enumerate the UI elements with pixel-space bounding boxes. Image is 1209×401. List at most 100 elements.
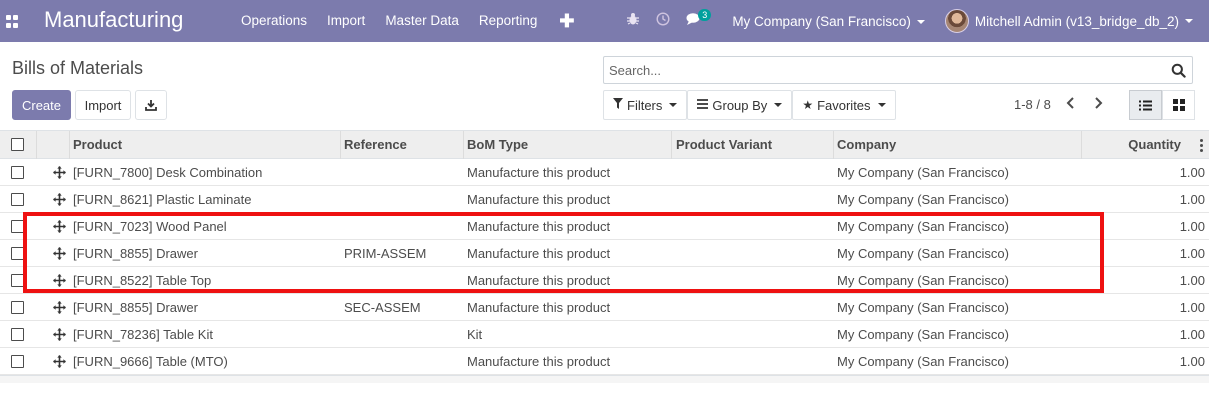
user-menu[interactable]: Mitchell Admin (v13_bridge_db_2) — [944, 9, 1209, 33]
chevron-down-icon — [916, 19, 925, 24]
cell-bom-type: Manufacture this product — [467, 191, 611, 207]
groupby-label: Group By — [712, 97, 768, 113]
row-checkbox[interactable] — [11, 246, 24, 260]
drag-handle-icon[interactable] — [53, 246, 66, 260]
chevron-down-icon — [774, 103, 783, 107]
page-title: Bills of Materials — [12, 58, 144, 78]
cell-company: My Company (San Francisco) — [837, 245, 1009, 261]
menu-master-data[interactable]: Master Data — [375, 0, 469, 42]
cell-bom-type: Manufacture this product — [467, 299, 611, 315]
groupby-button[interactable]: Group By — [687, 90, 793, 120]
view-switcher — [1129, 90, 1195, 120]
bom-list: Product Reference BoM Type Product Varia… — [0, 130, 1209, 383]
company-switcher[interactable]: My Company (San Francisco) — [710, 14, 945, 29]
favorites-button[interactable]: ★ Favorites — [792, 90, 896, 120]
cell-quantity: 1.00 — [1179, 218, 1205, 234]
row-checkbox[interactable] — [11, 273, 24, 287]
create-button[interactable]: Create — [12, 90, 71, 120]
column-company[interactable]: Company — [837, 131, 896, 158]
table-header: Product Reference BoM Type Product Varia… — [0, 130, 1209, 160]
table-row[interactable]: [FURN_8621] Plastic Laminate Manufacture… — [0, 186, 1209, 213]
favorites-label: Favorites — [817, 97, 871, 113]
cell-quantity: 1.00 — [1179, 245, 1205, 261]
drag-handle-icon[interactable] — [53, 273, 66, 287]
bug-icon[interactable] — [618, 0, 648, 42]
drag-handle-icon[interactable] — [53, 165, 66, 179]
column-product[interactable]: Product — [73, 131, 122, 158]
select-all-cell — [11, 131, 24, 158]
menu-operations[interactable]: Operations — [231, 0, 317, 42]
kanban-view-button[interactable] — [1162, 90, 1195, 120]
chevron-down-icon — [877, 103, 886, 107]
cell-quantity: 1.00 — [1179, 272, 1205, 288]
select-all-checkbox[interactable] — [11, 138, 24, 151]
table-row[interactable]: [FURN_78236] Table Kit Kit My Company (S… — [0, 321, 1209, 348]
cell-product: [FURN_9666] Table (MTO) — [73, 353, 228, 369]
main-menu: Operations Import Master Data Reporting … — [231, 0, 586, 42]
messages-icon[interactable]: 3 — [678, 0, 712, 42]
list-view-button[interactable] — [1129, 90, 1162, 120]
messages-badge: 3 — [698, 9, 712, 21]
table-row[interactable]: [FURN_7023] Wood Panel Manufacture this … — [0, 213, 1209, 240]
column-bom-type[interactable]: BoM Type — [467, 131, 528, 158]
cell-bom-type: Manufacture this product — [467, 272, 611, 288]
chevron-left-icon[interactable] — [1064, 96, 1078, 110]
row-checkbox[interactable] — [11, 192, 24, 206]
row-checkbox[interactable] — [11, 327, 24, 341]
cell-quantity: 1.00 — [1179, 353, 1205, 369]
cell-product: [FURN_7800] Desk Combination — [73, 164, 263, 180]
drag-handle-icon[interactable] — [53, 192, 66, 206]
cell-product: [FURN_8855] Drawer — [73, 245, 198, 261]
search-bar — [603, 56, 1193, 84]
table-row[interactable]: [FURN_9666] Table (MTO) Manufacture this… — [0, 348, 1209, 375]
plus-icon[interactable]: ✚ — [547, 0, 586, 42]
pager-value[interactable]: 1-8 / 8 — [1014, 97, 1051, 112]
apps-menu-icon[interactable] — [6, 15, 19, 28]
table-footer — [0, 375, 1209, 383]
cell-product: [FURN_78236] Table Kit — [73, 326, 213, 342]
cell-company: My Company (San Francisco) — [837, 218, 1009, 234]
table-row[interactable]: [FURN_8855] Drawer SEC-ASSEM Manufacture… — [0, 294, 1209, 321]
cell-bom-type: Kit — [467, 326, 483, 342]
cell-company: My Company (San Francisco) — [837, 299, 1009, 315]
cell-quantity: 1.00 — [1179, 191, 1205, 207]
activity-clock-icon[interactable] — [648, 0, 678, 42]
drag-handle-icon[interactable] — [53, 327, 66, 341]
row-checkbox[interactable] — [11, 300, 24, 314]
column-quantity[interactable]: Quantity — [1128, 131, 1181, 158]
menu-reporting[interactable]: Reporting — [469, 0, 548, 42]
cell-quantity: 1.00 — [1179, 299, 1205, 315]
table-row[interactable]: [FURN_8855] Drawer PRIM-ASSEM Manufactur… — [0, 240, 1209, 267]
user-name: Mitchell Admin (v13_bridge_db_2) — [974, 13, 1179, 29]
table-row[interactable]: [FURN_7800] Desk Combination Manufacture… — [0, 159, 1209, 186]
cell-product: [FURN_8522] Table Top — [73, 272, 212, 288]
drag-handle-icon[interactable] — [53, 300, 66, 314]
search-input[interactable] — [604, 57, 1164, 83]
filters-label: Filters — [627, 97, 663, 113]
chevron-right-icon[interactable] — [1091, 96, 1105, 110]
cell-company: My Company (San Francisco) — [837, 191, 1009, 207]
menu-import[interactable]: Import — [317, 0, 375, 42]
cell-reference: PRIM-ASSEM — [344, 245, 427, 261]
import-button[interactable]: Import — [75, 90, 131, 120]
row-checkbox[interactable] — [11, 219, 24, 233]
cell-product: [FURN_8855] Drawer — [73, 299, 198, 315]
drag-handle-icon[interactable] — [53, 354, 66, 368]
column-product-variant[interactable]: Product Variant — [676, 131, 772, 158]
app-brand[interactable]: Manufacturing — [44, 7, 183, 33]
optional-columns-icon[interactable] — [1200, 139, 1204, 152]
row-checkbox[interactable] — [11, 165, 24, 179]
drag-handle-icon[interactable] — [53, 219, 66, 233]
filters-button[interactable]: Filters — [603, 90, 688, 120]
star-icon: ★ — [802, 98, 814, 112]
list-bars-icon — [697, 98, 709, 112]
download-button[interactable] — [135, 90, 167, 120]
cell-quantity: 1.00 — [1179, 326, 1205, 342]
search-icon[interactable] — [1171, 63, 1186, 78]
cell-reference: SEC-ASSEM — [344, 299, 421, 315]
table-row[interactable]: [FURN_8522] Table Top Manufacture this p… — [0, 267, 1209, 294]
row-checkbox[interactable] — [11, 354, 24, 368]
systray: 3 My Company (San Francisco) Mitchell Ad… — [618, 0, 1209, 42]
column-reference[interactable]: Reference — [344, 131, 407, 158]
cell-bom-type: Manufacture this product — [467, 164, 611, 180]
